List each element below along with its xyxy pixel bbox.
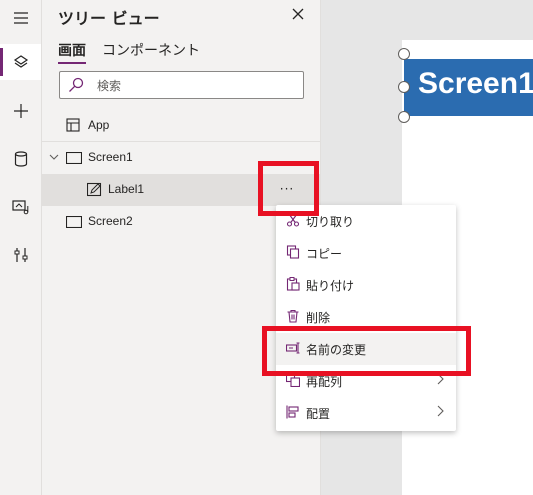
tree-item-label: App: [88, 118, 110, 132]
copy-icon: [286, 245, 300, 259]
search-input[interactable]: 検索: [59, 71, 304, 99]
insert-button[interactable]: [0, 93, 41, 129]
tree-item-label: Screen2: [88, 214, 133, 228]
chevron-right-icon: [437, 405, 444, 417]
trash-icon: [287, 309, 299, 323]
screen-icon: [66, 216, 82, 228]
menu-item-label: 配置: [306, 407, 331, 421]
label-control-text: Screen1: [418, 67, 533, 100]
media-icon: [11, 200, 28, 215]
paste-icon: [286, 277, 300, 291]
resize-handle[interactable]: [398, 111, 410, 123]
left-rail: [0, 0, 42, 495]
menu-item-align[interactable]: 配置: [276, 397, 456, 429]
close-icon: [292, 8, 304, 20]
label-control-icon: [87, 182, 102, 197]
menu-button[interactable]: [0, 0, 41, 36]
tab-screens[interactable]: 画面: [58, 40, 86, 64]
resize-handle[interactable]: [398, 48, 410, 60]
advanced-tools-button[interactable]: [0, 237, 41, 273]
app-icon: [66, 118, 80, 132]
align-icon: [286, 405, 299, 419]
tools-icon: [14, 248, 27, 262]
menu-item-label: コピー: [306, 247, 343, 261]
database-icon: [14, 151, 27, 167]
tree-item-app[interactable]: App: [42, 110, 320, 142]
menu-item-paste[interactable]: 貼り付け: [276, 269, 456, 301]
chevron-down-icon[interactable]: [49, 153, 59, 161]
layers-icon: [13, 55, 28, 68]
highlight-box-rename: [262, 326, 471, 376]
plus-icon: [13, 104, 28, 118]
tab-components[interactable]: コンポーネント: [102, 40, 200, 60]
close-panel-button[interactable]: [287, 3, 309, 25]
label-control[interactable]: Screen1: [404, 59, 533, 116]
context-menu: 切り取り コピー 貼り付け 削除 名前の変更 再配列 配置: [276, 205, 456, 431]
screen-icon: [66, 152, 82, 164]
media-button[interactable]: [0, 189, 41, 225]
panel-title: ツリー ビュー: [58, 9, 160, 28]
highlight-box-more-options: [258, 161, 319, 216]
data-button[interactable]: [0, 141, 41, 177]
menu-item-copy[interactable]: コピー: [276, 237, 456, 269]
menu-item-label: 貼り付け: [306, 279, 355, 293]
tree-item-label: Screen1: [88, 150, 133, 164]
tree-view-button[interactable]: [0, 44, 41, 80]
search-icon: [69, 77, 84, 92]
search-placeholder: 検索: [97, 79, 122, 93]
resize-handle[interactable]: [398, 81, 410, 93]
tree-item-label: Label1: [108, 182, 145, 196]
hamburger-icon: [13, 12, 28, 24]
menu-item-label: 削除: [306, 311, 331, 325]
